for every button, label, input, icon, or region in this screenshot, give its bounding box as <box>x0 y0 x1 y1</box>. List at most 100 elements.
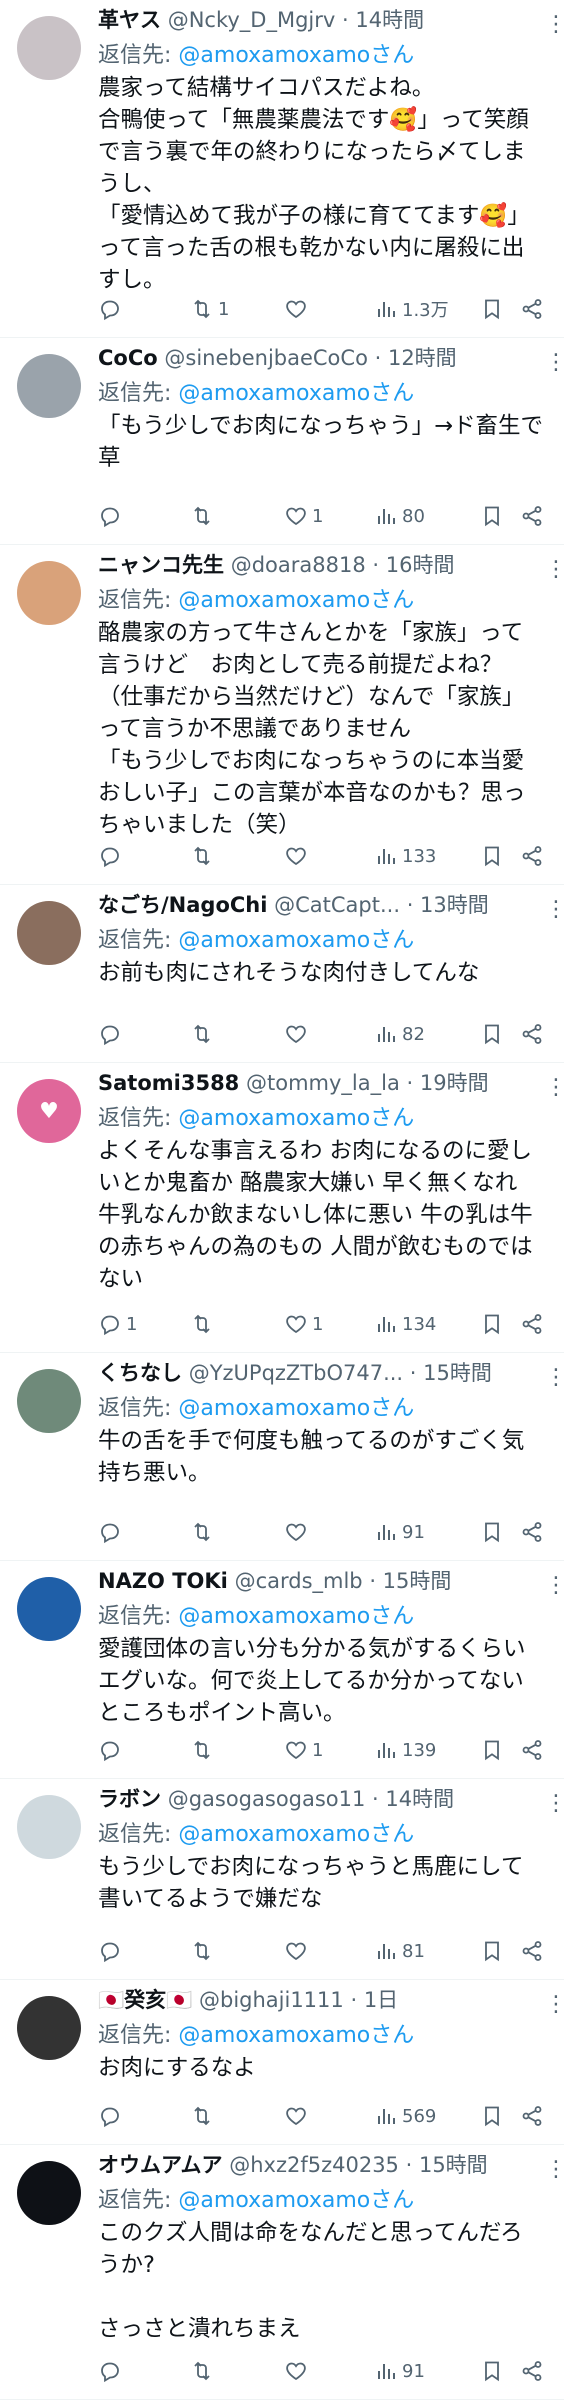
display-name[interactable]: Satomi3588 <box>98 1071 239 1095</box>
retweet-button[interactable] <box>190 841 218 871</box>
tweet[interactable]: ⋮くちなし @YzUPqzZTbO747... · 15時間返信先: @amox… <box>0 1353 564 1561</box>
like-button[interactable] <box>284 1517 312 1547</box>
tweet[interactable]: ⋮ラボン @gasogasogaso11 · 14時間返信先: @amoxamo… <box>0 1779 564 1980</box>
retweet-button[interactable] <box>190 1019 218 1049</box>
share-button[interactable] <box>520 1517 544 1547</box>
reply-mention[interactable]: @amoxamoxamoさん <box>178 928 414 953</box>
share-button[interactable] <box>520 501 544 531</box>
user-handle[interactable]: @YzUPqzZTbO747... <box>189 1361 403 1385</box>
bookmark-button[interactable] <box>480 1735 504 1765</box>
views-button[interactable]: 91 <box>374 1517 425 1547</box>
reply-button[interactable] <box>98 1517 126 1547</box>
reply-button[interactable] <box>98 1735 126 1765</box>
tweet[interactable]: ⋮革ヤス @Ncky_D_Mgjrv · 14時間返信先: @amoxamoxa… <box>0 0 564 338</box>
user-handle[interactable]: @tommy_la_la <box>246 1071 400 1095</box>
bookmark-button[interactable] <box>480 1019 504 1049</box>
share-button[interactable] <box>520 294 544 324</box>
bookmark-button[interactable] <box>480 1936 504 1966</box>
share-button[interactable] <box>520 2101 544 2131</box>
timestamp[interactable]: 15時間 <box>383 1569 452 1593</box>
timestamp[interactable]: 15時間 <box>419 2153 488 2177</box>
views-button[interactable]: 81 <box>374 1936 425 1966</box>
like-button[interactable] <box>284 1019 312 1049</box>
tweet[interactable]: ⋮オウムアムア @hxz2f5z40235 · 15時間返信先: @amoxam… <box>0 2145 564 2400</box>
reply-button[interactable] <box>98 2356 126 2386</box>
like-button[interactable] <box>284 841 312 871</box>
like-button[interactable]: 1 <box>284 1735 323 1765</box>
share-button[interactable] <box>520 1735 544 1765</box>
views-button[interactable]: 1.3万 <box>374 294 449 324</box>
bookmark-button[interactable] <box>480 2356 504 2386</box>
timestamp[interactable]: 13時間 <box>420 893 489 917</box>
bookmark-button[interactable] <box>480 2101 504 2131</box>
display-name[interactable]: CoCo <box>98 346 158 370</box>
avatar[interactable] <box>17 901 81 965</box>
more-icon[interactable]: ⋮ <box>545 1992 564 2017</box>
timestamp[interactable]: 15時間 <box>423 1361 492 1385</box>
display-name[interactable]: NAZO TOKi <box>98 1569 228 1593</box>
share-button[interactable] <box>520 1019 544 1049</box>
timestamp[interactable]: 19時間 <box>420 1071 489 1095</box>
user-handle[interactable]: @CatCapt... <box>274 893 400 917</box>
user-handle[interactable]: @gasogasogaso11 <box>168 1787 366 1811</box>
views-button[interactable]: 80 <box>374 501 425 531</box>
timestamp[interactable]: 14時間 <box>385 1787 454 1811</box>
more-icon[interactable]: ⋮ <box>545 1573 564 1598</box>
avatar[interactable] <box>17 16 81 80</box>
reply-mention[interactable]: @amoxamoxamoさん <box>178 2023 414 2048</box>
retweet-button[interactable] <box>190 1735 218 1765</box>
reply-mention[interactable]: @amoxamoxamoさん <box>178 1396 414 1421</box>
like-button[interactable] <box>284 1936 312 1966</box>
reply-mention[interactable]: @amoxamoxamoさん <box>178 381 414 406</box>
user-handle[interactable]: @bighaji1111 <box>199 1988 344 2012</box>
avatar[interactable] <box>17 1369 81 1433</box>
views-button[interactable]: 133 <box>374 841 436 871</box>
tweet[interactable]: ♥⋮Satomi3588 @tommy_la_la · 19時間返信先: @am… <box>0 1063 564 1353</box>
views-button[interactable]: 569 <box>374 2101 436 2131</box>
avatar[interactable]: ♥ <box>17 1079 81 1143</box>
reply-mention[interactable]: @amoxamoxamoさん <box>178 43 414 68</box>
tweet[interactable]: ⋮CoCo @sinebenjbaeCoCo · 12時間返信先: @amoxa… <box>0 338 564 545</box>
display-name[interactable]: くちなし <box>98 1361 182 1385</box>
tweet[interactable]: ⋮🇯🇵癸亥🇯🇵 @bighaji1111 · 1日返信先: @amoxamoxa… <box>0 1980 564 2145</box>
reply-mention[interactable]: @amoxamoxamoさん <box>178 1106 414 1131</box>
user-handle[interactable]: @hxz2f5z40235 <box>229 2153 399 2177</box>
display-name[interactable]: オウムアムア <box>98 2153 223 2177</box>
avatar[interactable] <box>17 1795 81 1859</box>
more-icon[interactable]: ⋮ <box>545 1791 564 1816</box>
user-handle[interactable]: @sinebenjbaeCoCo <box>164 346 368 370</box>
like-button[interactable] <box>284 294 312 324</box>
views-button[interactable]: 91 <box>374 2356 425 2386</box>
display-name[interactable]: なごち/NagoChi <box>98 893 267 917</box>
share-button[interactable] <box>520 1936 544 1966</box>
reply-button[interactable] <box>98 1936 126 1966</box>
tweet[interactable]: ⋮ニャンコ先生 @doara8818 · 16時間返信先: @amoxamoxa… <box>0 545 564 885</box>
timestamp[interactable]: 14時間 <box>355 8 424 32</box>
bookmark-button[interactable] <box>480 1309 504 1339</box>
avatar[interactable] <box>17 561 81 625</box>
more-icon[interactable]: ⋮ <box>545 1075 564 1100</box>
share-button[interactable] <box>520 841 544 871</box>
display-name[interactable]: 革ヤス <box>98 8 161 32</box>
reply-button[interactable]: 1 <box>98 1309 137 1339</box>
retweet-button[interactable] <box>190 2356 218 2386</box>
share-button[interactable] <box>520 2356 544 2386</box>
retweet-button[interactable] <box>190 501 218 531</box>
bookmark-button[interactable] <box>480 841 504 871</box>
like-button[interactable]: 1 <box>284 501 323 531</box>
reply-button[interactable] <box>98 1019 126 1049</box>
reply-mention[interactable]: @amoxamoxamoさん <box>178 1822 414 1847</box>
display-name[interactable]: 🇯🇵癸亥🇯🇵 <box>98 1988 192 2012</box>
reply-button[interactable] <box>98 841 126 871</box>
bookmark-button[interactable] <box>480 294 504 324</box>
views-button[interactable]: 134 <box>374 1309 436 1339</box>
bookmark-button[interactable] <box>480 1517 504 1547</box>
views-button[interactable]: 82 <box>374 1019 425 1049</box>
retweet-button[interactable] <box>190 1309 218 1339</box>
timestamp[interactable]: 16時間 <box>386 553 455 577</box>
retweet-button[interactable] <box>190 1936 218 1966</box>
more-icon[interactable]: ⋮ <box>545 897 564 922</box>
reply-mention[interactable]: @amoxamoxamoさん <box>178 2188 414 2213</box>
more-icon[interactable]: ⋮ <box>545 1365 564 1390</box>
like-button[interactable]: 1 <box>284 1309 323 1339</box>
